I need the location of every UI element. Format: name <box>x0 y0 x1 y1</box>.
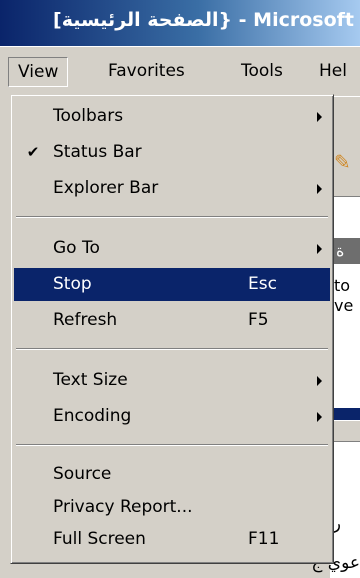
title-bar: [الصفحة الرئيسية} - Microsoft <box>0 0 360 46</box>
menu-item-status-bar[interactable]: ✔ Status Bar <box>14 136 330 169</box>
menu-item-shortcut: Esc <box>248 274 277 294</box>
menu-item-toolbars[interactable]: Toolbars <box>14 100 330 133</box>
menu-item-label: Refresh <box>53 310 118 330</box>
menu-bar: View Favorites Tools Hel <box>0 46 360 94</box>
menu-item-source[interactable]: Source <box>14 458 330 491</box>
address-bar[interactable] <box>330 196 360 238</box>
menu-item-label: Text Size <box>53 370 128 390</box>
browser-window: [الصفحة الرئيسية} - Microsoft View Favor… <box>0 0 360 578</box>
menu-item-text-size[interactable]: Text Size <box>14 364 330 397</box>
menu-item-privacy-report[interactable]: Privacy Report... <box>14 491 330 524</box>
page-gray-bar <box>330 420 360 442</box>
menu-help[interactable]: Hel <box>310 57 356 87</box>
menu-item-label: Full Screen <box>53 529 146 549</box>
menu-tools[interactable]: Tools <box>232 57 292 87</box>
submenu-arrow-icon <box>317 412 322 422</box>
menu-separator <box>16 216 328 218</box>
menu-item-label: Status Bar <box>53 142 142 162</box>
menu-item-label: Encoding <box>53 406 132 426</box>
menu-item-label: Source <box>53 464 112 484</box>
submenu-arrow-icon <box>317 244 322 254</box>
menu-item-label: Go To <box>53 238 100 258</box>
menu-item-shortcut: F11 <box>248 529 280 549</box>
content-text-line: to <box>334 276 351 295</box>
menu-item-stop[interactable]: Stop Esc <box>14 268 330 301</box>
content-text-line: ve <box>334 296 354 315</box>
menu-item-full-screen[interactable]: Full Screen F11 <box>14 523 330 556</box>
menu-favorites[interactable]: Favorites <box>99 57 194 87</box>
page-blue-bar <box>330 408 360 420</box>
menu-item-label: Explorer Bar <box>53 178 159 198</box>
menu-item-refresh[interactable]: Refresh F5 <box>14 304 330 337</box>
menu-view[interactable]: View <box>8 57 69 87</box>
edit-pencil-icon[interactable]: ✎ <box>334 150 354 174</box>
menu-separator <box>16 444 328 446</box>
page-header-bar: ة <box>330 238 360 264</box>
checkmark-icon: ✔ <box>26 143 40 161</box>
menu-separator <box>16 348 328 350</box>
menu-item-shortcut: F5 <box>248 310 269 330</box>
menu-item-label: Toolbars <box>53 106 124 126</box>
view-menu-dropdown: Toolbars ✔ Status Bar Explorer Bar Go To… <box>10 94 334 564</box>
menu-item-encoding[interactable]: Encoding <box>14 400 330 433</box>
submenu-arrow-icon <box>317 184 322 194</box>
submenu-arrow-icon <box>317 376 322 386</box>
menu-item-label: Stop <box>53 274 92 294</box>
browser-toolbar <box>330 96 360 193</box>
submenu-arrow-icon <box>317 112 322 122</box>
window-title: [الصفحة الرئيسية} - Microsoft <box>53 9 354 31</box>
menu-item-explorer-bar[interactable]: Explorer Bar <box>14 172 330 205</box>
menu-item-label: Privacy Report... <box>53 497 193 517</box>
menu-item-go-to[interactable]: Go To <box>14 232 330 265</box>
